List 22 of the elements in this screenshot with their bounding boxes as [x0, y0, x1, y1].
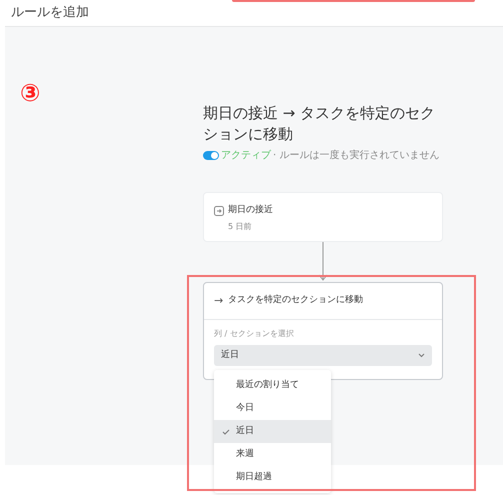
step-marker: ③ [20, 78, 40, 109]
arrow-glyph: → [214, 292, 224, 309]
dropdown-option[interactable]: 最近の割り当て [214, 374, 331, 397]
dropdown-option[interactable]: 期日超過 [214, 466, 331, 489]
status-message: · ルールは一度も実行されていません [273, 148, 440, 163]
section-select[interactable]: 近日 [214, 345, 432, 366]
connector-arrow [318, 242, 328, 282]
dropdown-option[interactable]: 来週 [214, 443, 331, 466]
trigger-detail: 5 日前 [228, 220, 253, 232]
trigger-title: 期日の接近 [228, 204, 273, 217]
status-label: アクティブ [221, 148, 271, 163]
dropdown-option[interactable]: 近日 [214, 420, 331, 443]
field-label: 列 / セクションを選択 [214, 328, 295, 340]
dropdown-option[interactable]: 今日 [214, 397, 331, 420]
action-title: タスクを特定のセクションに移動 [228, 294, 364, 308]
trigger-card[interactable]: 期日の接近 5 日前 [203, 192, 443, 242]
active-toggle[interactable] [203, 151, 219, 160]
page-title: ルールを追加 [11, 4, 89, 22]
chevron-icon [418, 353, 425, 358]
enter-box-icon [214, 206, 224, 216]
rule-title: 期日の接近 → タスクを特定のセクションに移動 [203, 103, 436, 145]
check-icon [222, 428, 230, 434]
